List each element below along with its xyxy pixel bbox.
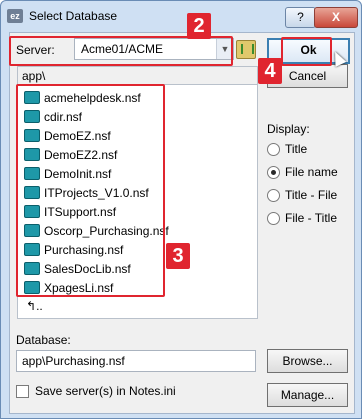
annotation-badge-3: 3 — [166, 243, 190, 269]
radio-icon[interactable] — [267, 143, 280, 157]
close-button[interactable]: X — [314, 7, 358, 28]
title-bar: ez Select Database ? X — [1, 1, 361, 31]
display-option-file-title[interactable]: File - Title — [267, 209, 337, 227]
save-servers-option[interactable]: Save server(s) in Notes.ini — [16, 383, 176, 399]
path-text: app\ — [22, 69, 46, 83]
annotation-badge-2: 2 — [187, 13, 211, 39]
window-title: Select Database — [29, 9, 118, 23]
open-folder-icon[interactable] — [236, 40, 256, 59]
annotation-badge-4: 4 — [258, 58, 282, 84]
database-value: app\Purchasing.nsf — [22, 354, 125, 368]
database-label: Database: — [16, 333, 71, 347]
display-option-title[interactable]: Title — [267, 140, 307, 158]
app-icon: ez — [7, 9, 23, 23]
display-option-title-file[interactable]: Title - File — [267, 186, 337, 204]
radio-icon[interactable] — [267, 189, 280, 203]
annotation-box-files — [16, 84, 165, 297]
annotation-box-server — [9, 36, 233, 66]
browse-button[interactable]: Browse... — [267, 349, 348, 373]
annotation-box-ok — [281, 37, 332, 66]
radio-selected-icon[interactable] — [267, 166, 280, 180]
parent-folder-item[interactable]: ↰.. — [26, 299, 43, 313]
help-button[interactable]: ? — [285, 7, 316, 28]
checkbox-icon[interactable] — [16, 385, 29, 399]
display-option-file-name[interactable]: File name — [267, 163, 338, 181]
radio-icon[interactable] — [267, 212, 280, 226]
database-field[interactable]: app\Purchasing.nsf — [16, 350, 256, 372]
path-header: app\ — [17, 66, 258, 84]
display-label: Display: — [267, 122, 310, 136]
manage-button[interactable]: Manage... — [267, 383, 348, 407]
